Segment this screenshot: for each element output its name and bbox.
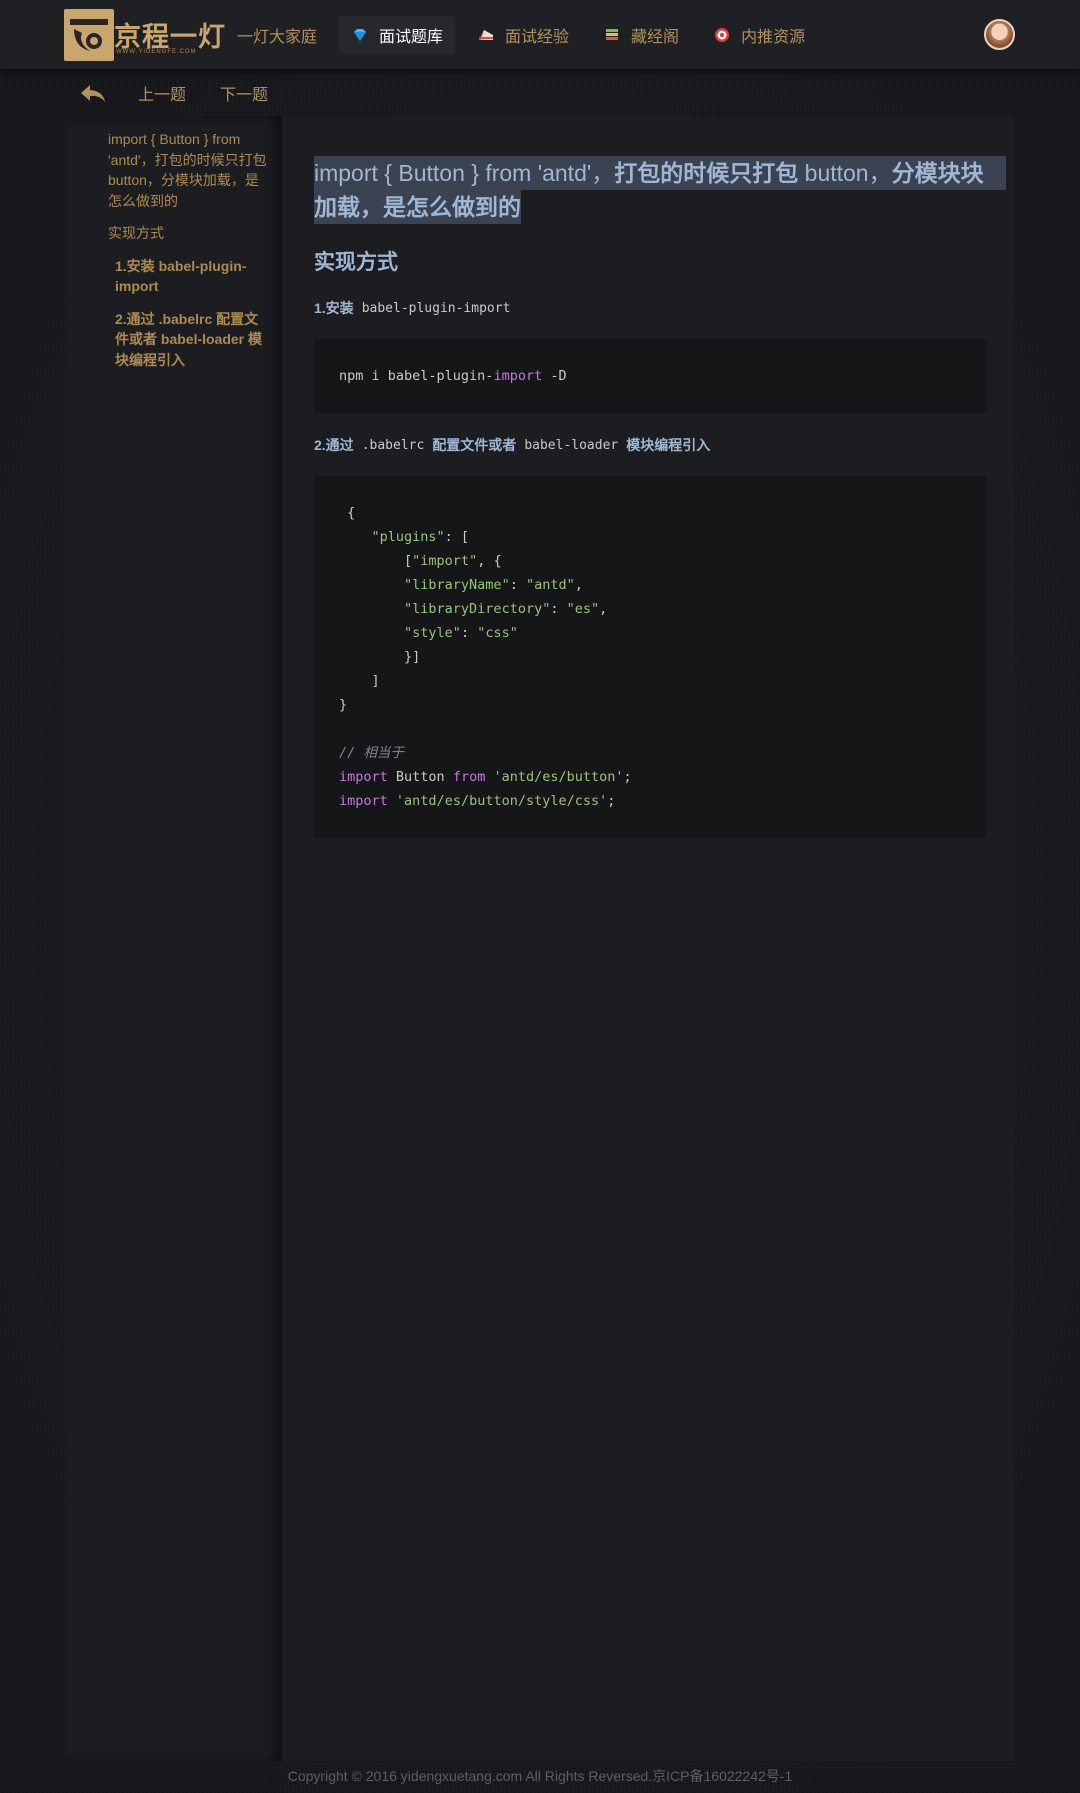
step-2-mid: 配置文件或者	[432, 437, 517, 453]
toc-item-step-1[interactable]: 1.安装 babel-plugin-import	[115, 256, 265, 297]
logo-sub-text: WWW.YIDENGFE.COM	[116, 49, 197, 55]
prev-question-link[interactable]: 上一题	[138, 81, 186, 105]
nav-item-label: 内推资源	[741, 29, 806, 46]
code-block-install: npm i babel-plugin-import -D	[314, 339, 986, 413]
toc-item-section[interactable]: 实现方式	[108, 223, 268, 244]
code-text: [	[404, 553, 413, 569]
article-panel: import { Button } from 'antd'，打包的时候只打包 b…	[282, 116, 1015, 1761]
code-text: : [	[444, 529, 470, 545]
back-arrow-icon[interactable]	[78, 81, 108, 105]
step-1: 1.安装 babel-plugin-import	[314, 298, 986, 318]
toc-item-title[interactable]: import { Button } from 'antd'，打包的时候只打包 b…	[108, 129, 268, 211]
code-string: "libraryName"	[404, 577, 510, 593]
code-string: "es"	[566, 601, 600, 617]
site-logo[interactable]: 京程一灯 WWW.YIDENGFE.COM	[64, 9, 226, 61]
step-1-code: babel-plugin-import	[361, 300, 511, 316]
step-2-code-loader: babel-loader	[524, 437, 619, 453]
nav-item-referral[interactable]: 内推资源	[701, 16, 817, 54]
next-question-link[interactable]: 下一题	[220, 81, 268, 105]
code-string: "style"	[404, 625, 461, 641]
code-text: Button	[387, 769, 453, 785]
code-block-config: { "plugins": [ ["import", { "libraryName…	[314, 476, 986, 838]
code-text: , {	[477, 553, 502, 569]
nav-item-label: 面试题库	[379, 29, 444, 46]
title-text-a: import { Button } from 'antd'，	[314, 160, 615, 186]
code-comment: // 相当于	[339, 745, 404, 761]
nav-item-library[interactable]: 藏经阁	[591, 16, 691, 54]
code-line: }	[339, 697, 348, 713]
nav-item-label: 一灯大家庭	[237, 29, 318, 46]
step-2-label: 2.通过	[314, 437, 354, 453]
title-text-b: button，	[798, 160, 892, 186]
step-1-label: 1.安装	[314, 300, 354, 316]
diamond-icon	[354, 29, 367, 41]
code-string: "import"	[412, 553, 478, 569]
nav-item-label: 面试经验	[505, 29, 570, 46]
books-icon	[606, 29, 619, 40]
toc-list: import { Button } from 'antd'，打包的时候只打包 b…	[65, 116, 281, 370]
section-heading: 实现方式	[314, 251, 398, 274]
code-string: "css"	[477, 625, 518, 641]
target-icon	[715, 28, 730, 42]
code-line: }]	[404, 649, 421, 665]
article-title: import { Button } from 'antd'，打包的时候只打包 b…	[314, 156, 1006, 224]
step-2-end: 模块编程引入	[626, 437, 711, 453]
code-string: "plugins"	[371, 529, 445, 545]
code-text: npm i babel-plugin-	[339, 368, 494, 384]
code-string: 'antd/es/button'	[493, 769, 624, 785]
code-line: ]	[371, 673, 380, 689]
title-bold-b: 分模块块	[891, 160, 984, 186]
code-text: -D	[542, 368, 567, 384]
code-keyword: import	[339, 793, 388, 809]
nav-item-label: 藏经阁	[631, 29, 680, 46]
code-string: "antd"	[525, 577, 575, 593]
code-string: 'antd/es/button/style/css'	[395, 793, 608, 809]
user-avatar[interactable]	[984, 19, 1015, 50]
title-line-2: 加载，是怎么做到的	[314, 190, 521, 224]
step-2: 2.通过 .babelrc 配置文件或者 babel-loader 模块编程引入	[314, 435, 986, 455]
nav-item-family[interactable]: 一灯大家庭	[228, 16, 329, 54]
cake-icon	[479, 30, 494, 40]
article-content: import { Button } from 'antd'，打包的时候只打包 b…	[314, 156, 1006, 838]
step-2-code-babelrc: .babelrc	[361, 437, 425, 453]
main-nav: 一灯大家庭 面试题库 面试经验 藏经阁 内推资源	[228, 16, 827, 54]
title-bold-a: 打包的时候只打包	[614, 160, 799, 186]
logo-mark-icon	[64, 9, 114, 61]
nav-item-interview-bank[interactable]: 面试题库	[339, 16, 456, 54]
code-string: "libraryDirectory"	[404, 601, 551, 617]
nav-item-interview-experience[interactable]: 面试经验	[465, 16, 581, 54]
toc-sidebar: import { Button } from 'antd'，打包的时候只打包 b…	[65, 116, 282, 1761]
code-keyword: import	[493, 368, 543, 384]
code-keyword: import	[339, 769, 388, 785]
code-line: {	[339, 505, 356, 521]
page-footer: Copyright © 2016 yidengxuetang.com All R…	[287, 1768, 793, 1784]
question-subnav: 上一题 下一题	[64, 77, 302, 109]
top-navbar: 京程一灯 WWW.YIDENGFE.COM 一灯大家庭 面试题库 面试经验 藏经…	[0, 0, 1080, 70]
toc-item-step-2[interactable]: 2.通过 .babelrc 配置文件或者 babel-loader 模块编程引入	[115, 309, 265, 371]
code-keyword: from	[452, 769, 486, 785]
